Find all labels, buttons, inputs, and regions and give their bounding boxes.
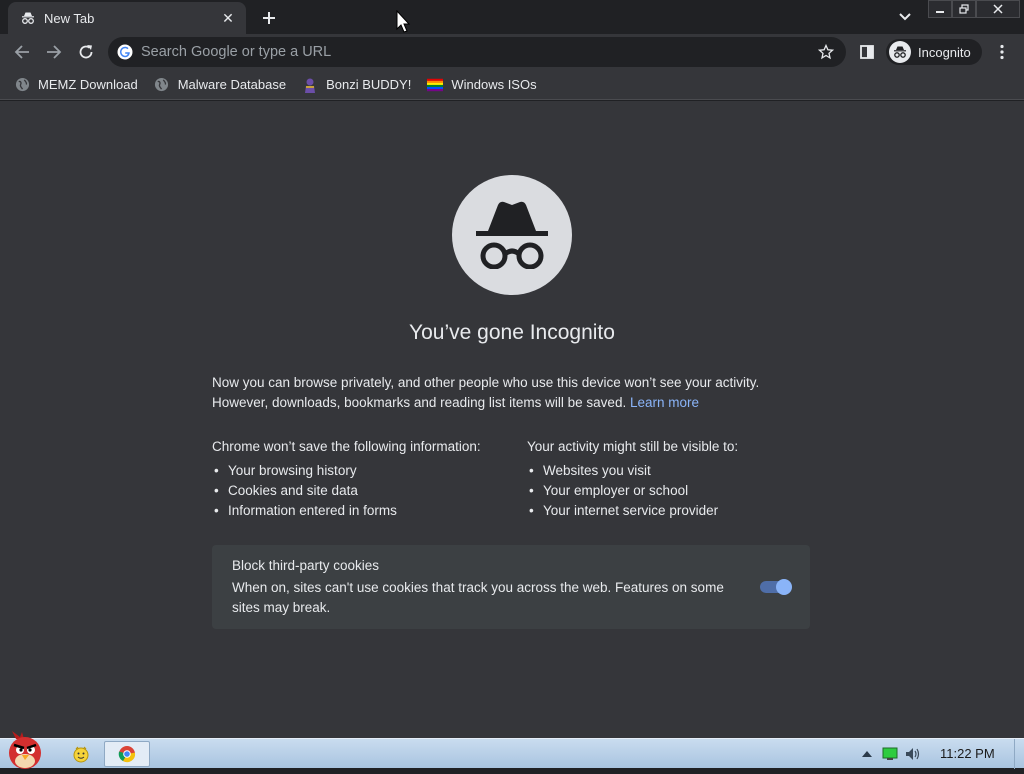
bookmark-label: MEMZ Download (38, 77, 138, 92)
tab-title: New Tab (44, 10, 95, 26)
window-controls (928, 0, 1020, 18)
still-visible-column: Your activity might still be visible to:… (527, 437, 827, 521)
globe-icon (154, 77, 170, 93)
globe-icon (14, 77, 30, 93)
restore-button[interactable] (952, 0, 976, 18)
rainbow-flag-icon (427, 77, 444, 93)
show-desktop-button[interactable] (1014, 739, 1024, 769)
forward-button[interactable] (40, 38, 68, 66)
search-input[interactable] (141, 44, 814, 60)
minimize-icon (936, 11, 944, 13)
plus-icon (263, 12, 275, 24)
bookmark-label: Bonzi BUDDY! (326, 77, 412, 92)
angry-bird-icon (9, 731, 41, 769)
intro-line: Now you can browse privately, and other … (212, 375, 760, 390)
volume-icon[interactable] (902, 747, 924, 761)
star-icon (818, 44, 834, 60)
bookmark-label: Windows ISOs (451, 77, 537, 92)
profile-label: Incognito (918, 44, 971, 60)
back-button[interactable] (8, 38, 36, 66)
system-tray (856, 739, 924, 769)
bookmark-star-button[interactable] (814, 40, 838, 64)
list-item: Your internet service provider (527, 501, 827, 521)
not-saved-column: Chrome won’t save the following informat… (212, 437, 512, 521)
restore-icon (959, 4, 969, 14)
tab-search-button[interactable] (893, 6, 917, 28)
incognito-hero-icon (452, 175, 572, 295)
list-item: Websites you visit (527, 461, 827, 481)
arrow-left-icon (14, 45, 29, 59)
intro-line-text: However, downloads, bookmarks and readin… (212, 395, 627, 410)
chrome-icon (118, 746, 136, 763)
bookmark-malware-database[interactable]: Malware Database (154, 73, 286, 97)
side-panel-button[interactable] (856, 41, 878, 63)
cookie-controls-card: Block third-party cookies When on, sites… (212, 545, 810, 629)
column-title: Your activity might still be visible to: (527, 439, 739, 454)
cookie-title: Block third-party cookies (232, 558, 380, 573)
title-bar: New Tab ✕ (0, 0, 1024, 34)
tab-close-button[interactable]: ✕ (218, 8, 238, 28)
start-button[interactable] (2, 731, 48, 769)
cookie-description: When on, sites can't use cookies that tr… (232, 580, 724, 615)
bookmark-memz-download[interactable]: MEMZ Download (14, 73, 138, 97)
menu-button[interactable] (992, 40, 1012, 64)
bookmark-label: Malware Database (177, 77, 287, 92)
list-item: Cookies and site data (212, 481, 512, 501)
minimize-button[interactable] (928, 0, 952, 18)
list-item: Information entered in forms (212, 501, 512, 521)
bookmark-bonzi-buddy[interactable]: Bonzi BUDDY! (302, 73, 411, 97)
taskbar-chrome[interactable] (104, 741, 150, 767)
close-icon (993, 4, 1003, 14)
taskbar-clock[interactable]: 11:22 PM (940, 739, 995, 769)
block-cookies-toggle[interactable] (760, 579, 792, 595)
intro-text: Now you can browse privately, and other … (212, 373, 812, 413)
taskbar: 11:22 PM (0, 731, 1024, 769)
incognito-avatar-icon (889, 41, 911, 63)
chevron-down-icon (899, 13, 911, 21)
bonzi-icon (302, 77, 318, 93)
intro-line: However, downloads, bookmarks and readin… (212, 393, 812, 413)
address-bar[interactable] (108, 37, 846, 67)
mouse-cursor-icon (396, 9, 412, 34)
browser-toolbar: Incognito (0, 34, 1024, 70)
tray-expand-icon[interactable] (856, 751, 878, 757)
list-item: Your browsing history (212, 461, 512, 481)
list-item: Your employer or school (527, 481, 827, 501)
smiley-app-icon (73, 746, 89, 763)
toggle-knob (776, 579, 792, 595)
arrow-right-icon (47, 45, 62, 59)
taskbar-app-yellow[interactable] (70, 741, 92, 767)
bookmarks-bar: MEMZ Download Malware Database Bonzi BUD… (0, 70, 1024, 100)
bookmark-windows-isos[interactable]: Windows ISOs (427, 73, 537, 97)
tab-new-tab[interactable]: New Tab ✕ (8, 2, 246, 34)
new-tab-button[interactable] (256, 5, 282, 31)
side-panel-icon (860, 45, 874, 59)
reload-button[interactable] (72, 38, 100, 66)
reload-icon (79, 45, 93, 59)
column-title: Chrome won’t save the following informat… (212, 439, 481, 454)
learn-more-link[interactable]: Learn more (630, 395, 699, 410)
profile-button[interactable]: Incognito (886, 39, 982, 65)
close-window-button[interactable] (976, 0, 1020, 18)
network-icon[interactable] (878, 747, 902, 761)
google-icon (117, 44, 133, 60)
incognito-icon (20, 10, 36, 26)
incognito-page: You’ve gone Incognito Now you can browse… (0, 101, 1024, 738)
more-vert-icon (1000, 44, 1004, 60)
page-title: You’ve gone Incognito (409, 321, 615, 344)
